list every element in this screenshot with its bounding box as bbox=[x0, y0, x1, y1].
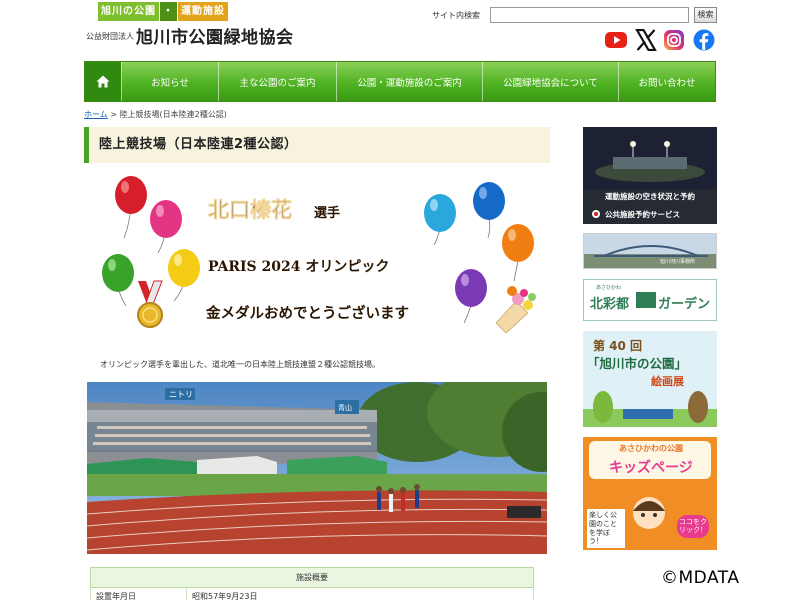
balloon-green bbox=[102, 254, 134, 307]
sidebar-river-office-banner[interactable]: 旭川河川事務所 bbox=[583, 233, 717, 269]
sidebar-painting-exhibition-banner[interactable]: 第 40 回 「旭川市の公園」 絵画展 bbox=[583, 331, 717, 427]
balloon-yellow bbox=[168, 249, 200, 302]
facility-table: 施設概要 設置年月日 昭和57年9月23日 bbox=[90, 567, 534, 600]
gold-medal-icon bbox=[137, 280, 163, 328]
banner-honorific: 選手 bbox=[314, 205, 340, 221]
mascot-illustration bbox=[583, 391, 717, 427]
balloon-red bbox=[115, 176, 147, 239]
nav-about[interactable]: 公園緑地協会について bbox=[482, 62, 618, 101]
breadcrumb-current: 陸上競技場(日本陸連2種公認) bbox=[119, 110, 227, 119]
instagram-icon[interactable] bbox=[663, 29, 685, 51]
breadcrumb-separator: > bbox=[110, 110, 118, 119]
banner-athlete-name: 北口榛花 bbox=[208, 197, 292, 222]
kids-click-button[interactable]: ココをクリック！ bbox=[677, 515, 709, 538]
sidebar-kids-page-banner[interactable]: あさひかわの公園 キッズページ 楽しく公園のことを学ぼう！ ココをクリック！ bbox=[583, 437, 717, 550]
site-logo[interactable]: 旭川市公園緑地協会 bbox=[136, 23, 294, 48]
breadcrumb-home-link[interactable]: ホーム bbox=[84, 110, 108, 119]
nav-main-parks[interactable]: 主な公園のご案内 bbox=[218, 62, 336, 101]
youtube-icon[interactable] bbox=[605, 29, 627, 51]
kitasaito-small: あさひかわ bbox=[596, 285, 622, 291]
facility-value: 昭和57年9月23日 bbox=[186, 587, 534, 600]
bridge-caption: 旭川河川事務所 bbox=[660, 259, 696, 265]
kids-learn-label: 楽しく公園のことを学ぼう！ bbox=[587, 509, 625, 548]
global-nav: お知らせ 主な公園のご案内 公園・運動施設のご案内 公園緑地協会について お問い… bbox=[84, 61, 716, 102]
garden-logo-icon bbox=[636, 292, 656, 308]
nav-home[interactable] bbox=[85, 62, 121, 101]
nav-news[interactable]: お知らせ bbox=[121, 62, 218, 101]
balloon-blue bbox=[473, 182, 505, 239]
sidebar-kitasaito-garden-banner[interactable]: あさひかわ 北彩都 ガーデン bbox=[583, 279, 717, 321]
breadcrumb: ホーム > 陸上競技場(日本陸連2種公認) bbox=[84, 109, 227, 120]
balloon-purple bbox=[455, 269, 487, 324]
balloon-light-blue bbox=[424, 194, 456, 246]
tagline-parks: 旭川の公園 bbox=[98, 2, 159, 21]
table-row: 設置年月日 昭和57年9月23日 bbox=[90, 587, 534, 600]
x-icon[interactable] bbox=[635, 29, 657, 51]
search-input[interactable] bbox=[490, 7, 689, 23]
contest-number: 第 40 回 bbox=[593, 339, 643, 353]
site-tagline: 旭川の公園 ・ 運動施設 bbox=[98, 2, 228, 21]
facility-table-header: 施設概要 bbox=[90, 567, 534, 588]
kid-character-icon bbox=[633, 497, 665, 529]
home-icon bbox=[96, 75, 110, 88]
tagline-dot: ・ bbox=[160, 2, 177, 21]
nav-park-facilities[interactable]: 公園・運動施設のご案内 bbox=[336, 62, 482, 101]
search-button[interactable]: 検索 bbox=[694, 7, 717, 23]
copyright-watermark: ©MDATA bbox=[661, 568, 740, 588]
kids-title: キッズページ bbox=[609, 460, 693, 476]
banner-event: PARIS 2024 オリンピック bbox=[208, 259, 389, 275]
stadium-photo: ニトリ 青山 bbox=[87, 382, 547, 554]
page-title: 陸上競技場（日本陸連2種公認） bbox=[84, 127, 550, 163]
org-type: 公益財団法人 bbox=[86, 32, 134, 41]
stadium-sign-2: 青山 bbox=[338, 403, 352, 412]
kids-top-label: あさひかわの公園 bbox=[619, 444, 683, 453]
sidebar-reservation-banner[interactable]: 運動施設の空き状況と予約 公共施設予約サービス bbox=[583, 127, 717, 224]
balloon-pink bbox=[150, 200, 182, 254]
balloon-orange bbox=[502, 224, 534, 282]
search-label: サイト内検索 bbox=[432, 11, 480, 20]
facebook-icon[interactable] bbox=[693, 29, 715, 51]
congratulations-banner: 北口榛花 選手 PARIS 2024 オリンピック 金メダルおめでとうございます bbox=[102, 176, 536, 334]
tagline-facilities: 運動施設 bbox=[178, 2, 228, 21]
garden-label: ガーデン bbox=[658, 297, 711, 312]
stadium-sign-1: ニトリ bbox=[169, 390, 193, 399]
contest-title: 「旭川市の公園」 bbox=[587, 356, 688, 371]
nav-contact[interactable]: お問い合わせ bbox=[618, 62, 715, 101]
flower-bouquet-icon bbox=[495, 286, 536, 334]
facility-label: 設置年月日 bbox=[90, 587, 187, 600]
page-description: オリンピック選手を輩出した、道北唯一の日本陸上競技連盟２種公認競技場。 bbox=[100, 360, 380, 369]
banner-message: 金メダルおめでとうございます bbox=[205, 304, 409, 322]
reservation-line2: 公共施設予約サービス bbox=[605, 210, 680, 219]
spectators bbox=[93, 426, 371, 445]
kitasaito-label: 北彩都 bbox=[590, 297, 630, 312]
bridge-image bbox=[584, 234, 716, 268]
reservation-line1: 運動施設の空き状況と予約 bbox=[605, 192, 695, 201]
